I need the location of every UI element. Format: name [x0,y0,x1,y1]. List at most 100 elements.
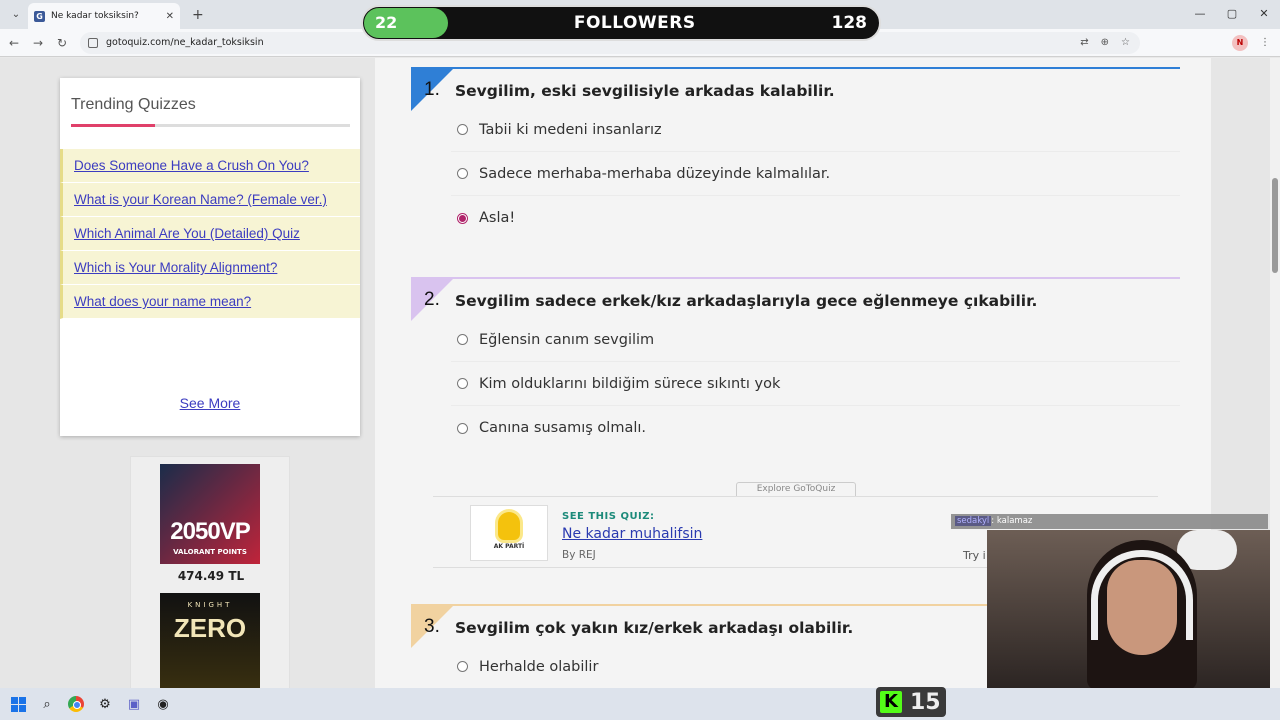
site-info-icon[interactable] [88,37,98,48]
scroll-thumb[interactable] [1272,178,1278,273]
url-text: gotoquiz.com/ne_kadar_toksiksin [106,37,264,48]
radio-button[interactable] [457,334,468,345]
lightbulb-icon [498,512,520,540]
radio-button[interactable] [457,168,468,179]
product-title: ZERO [173,613,247,643]
steam-icon[interactable]: ⚙ [94,693,116,715]
site-favicon-icon: G [34,10,45,22]
radio-button[interactable] [457,124,468,135]
maximize-icon[interactable]: ▢ [1216,0,1248,29]
promo-kicker: SEE THIS QUIZ: [562,511,655,522]
chat-message: sedakyl: kalamaz [951,514,1268,529]
window-controls: — ▢ ✕ [1184,0,1280,29]
answer-option[interactable]: Canına susamış olmalı. [451,406,1180,450]
teams-icon[interactable]: ▣ [123,693,145,715]
answer-label: Canına susamış olmalı. [479,420,646,436]
back-icon[interactable]: ← [4,36,24,50]
trending-item: Does Someone Have a Crush On You? [60,149,360,183]
followers-goal-overlay: 22 FOLLOWERS 128 [361,5,881,41]
valorant-points-product[interactable]: 2050VP VALORANT POINTS [160,464,260,564]
followers-label: FOLLOWERS [573,13,696,33]
headset [1091,550,1193,640]
promo-author: By REJ [562,549,596,561]
answer-label: Kim olduklarını bildiğim sürece sıkıntı … [479,375,781,392]
translate-icon[interactable]: ⇄ [1080,37,1088,48]
browser-tab[interactable]: G Ne kadar toksiksin? ✕ [28,3,180,29]
trending-item: Which is Your Morality Alignment? [60,251,360,285]
forward-icon[interactable]: → [28,36,48,50]
zoom-icon[interactable]: ⊕ [1101,37,1109,48]
trending-list: Does Someone Have a Crush On You? What i… [60,149,360,319]
trending-link[interactable]: Which Animal Are You (Detailed) Quiz [74,226,300,241]
followers-progress: 22 [364,8,448,38]
page-scrollbar[interactable] [1270,58,1280,688]
answer-label: Sadece merhaba-merhaba düzeyinde kalmalı… [479,165,831,182]
windows-start-icon[interactable] [7,693,29,715]
promo-quiz-link[interactable]: Ne kadar muhalifsin [562,526,702,542]
tab-search-icon[interactable]: ⌄ [4,4,28,26]
promo-thumbnail[interactable]: AK PARTİ [470,505,548,561]
radio-button[interactable] [457,661,468,672]
answer-label: Eğlensin canım sevgilim [479,331,655,348]
explore-tab[interactable]: Explore GoToQuiz [736,482,856,496]
answer-option[interactable]: Eğlensin canım sevgilim [451,318,1180,362]
trending-item: What is your Korean Name? (Female ver.) [60,183,360,217]
windows-taskbar: ⌕ ⚙ ▣ ◉ [0,688,1280,720]
trending-link[interactable]: Which is Your Morality Alignment? [74,260,277,275]
followers-goal: 128 [831,13,868,33]
promo-try-text[interactable]: Try i [963,549,986,562]
answer-label: Herhalde olabilir [479,658,599,675]
trending-link[interactable]: What is your Korean Name? (Female ver.) [74,192,327,207]
product-ads: 2050VP VALORANT POINTS 474.49 TL KNIGHT … [130,456,290,688]
trending-link[interactable]: What does your name mean? [74,294,251,309]
browser-menu-icon[interactable]: ⋮ [1260,37,1270,48]
obs-icon[interactable]: ◉ [152,693,174,715]
trending-item: Which Animal Are You (Detailed) Quiz [60,217,360,251]
tab-title: Ne kadar toksiksin? [51,11,139,21]
knight-zero-product[interactable]: KNIGHT ZERO [160,593,260,688]
profile-avatar[interactable]: N [1232,34,1248,51]
minimize-icon[interactable]: — [1184,0,1216,29]
kick-count: 15 [910,689,941,715]
product-title: 2050VP [170,518,250,545]
reload-icon[interactable]: ↻ [52,36,72,50]
question-number: 1. [424,79,440,100]
answer-option[interactable]: Asla! [451,196,1180,240]
radio-button[interactable] [457,378,468,389]
answer-option[interactable]: Kim olduklarını bildiğim sürece sıkıntı … [451,362,1180,406]
chat-text: kalamaz [996,516,1033,526]
question-text: Sevgilim, eski sevgilisiyle arkadas kala… [455,82,835,100]
kick-viewer-counter: K 15 [876,687,946,717]
question-rule [411,67,1180,69]
answer-label: Asla! [479,210,516,226]
trending-item: What does your name mean? [60,285,360,319]
trending-title: Trending Quizzes [71,96,196,113]
promo-image-label: AK PARTİ [493,543,525,550]
question-number: 3. [424,616,440,637]
question-text: Sevgilim çok yakın kız/erkek arkadaşı ol… [455,619,854,637]
kick-logo-icon: K [880,691,902,713]
new-tab-icon[interactable]: + [192,7,204,23]
question-number: 2. [424,289,440,310]
close-tab-icon[interactable]: ✕ [166,11,174,22]
product-price: 474.49 TL [177,569,245,583]
product-subtitle: VALORANT POINTS [173,548,247,556]
bookmark-star-icon[interactable]: ☆ [1121,37,1130,48]
answer-label: Tabii ki medeni insanlarız [479,121,662,138]
see-more-container: See More [60,395,360,411]
radio-button[interactable] [457,422,468,434]
search-icon[interactable]: ⌕ [36,693,58,715]
product-subtitle: KNIGHT [187,601,233,609]
answer-option[interactable]: Tabii ki medeni insanlarız [451,108,1180,152]
chat-username: sedakyl [955,516,992,526]
trending-quizzes-card: Trending Quizzes Does Someone Have a Cru… [60,78,360,436]
trending-link[interactable]: Does Someone Have a Crush On You? [74,158,309,173]
question-rule [411,277,1180,279]
close-window-icon[interactable]: ✕ [1248,0,1280,29]
question-text: Sevgilim sadece erkek/kız arkadaşlarıyla… [455,292,1038,310]
chrome-icon[interactable] [65,693,87,715]
radio-button-selected[interactable] [457,212,468,224]
title-underline [71,124,350,127]
see-more-link[interactable]: See More [180,395,241,411]
answer-option[interactable]: Sadece merhaba-merhaba düzeyinde kalmalı… [451,152,1180,196]
